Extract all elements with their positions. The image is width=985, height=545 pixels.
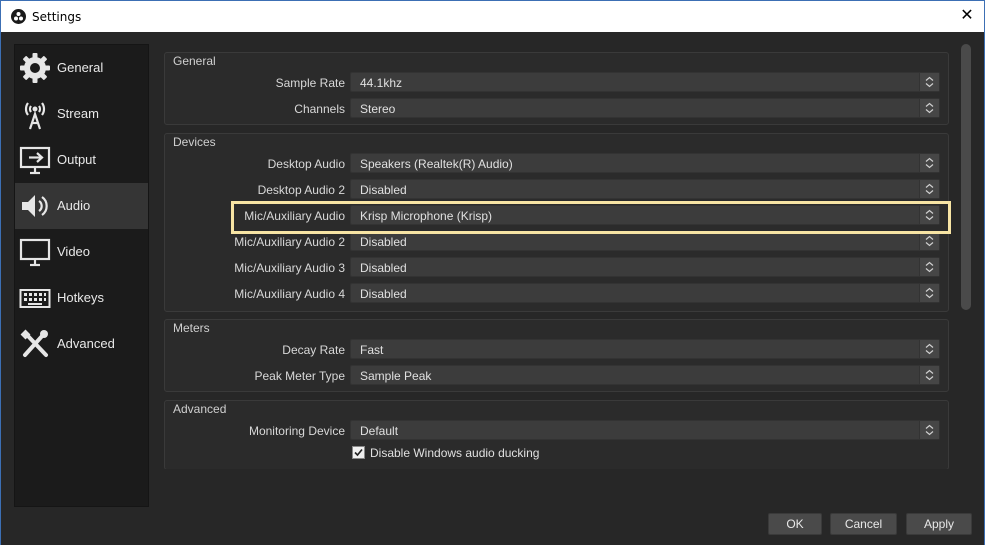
sidebar-item-advanced[interactable]: Advanced — [15, 321, 148, 367]
settings-sidebar: General Stream Output Audio Video Hotkey… — [14, 44, 149, 507]
field-label: Monitoring Device — [248, 424, 345, 438]
settings-row: Desktop Audio 2 Disabled — [165, 179, 950, 199]
select-value: Disabled — [360, 183, 407, 197]
field-label: Peak Meter Type — [254, 369, 346, 383]
settings-client-area: General Stream Output Audio Video Hotkey… — [1, 32, 984, 545]
keyboard-icon — [19, 282, 51, 314]
title-bar: Settings ✕ — [1, 1, 984, 32]
sidebar-item-label: Output — [57, 152, 97, 167]
cancel-button[interactable]: Cancel — [830, 513, 897, 535]
obs-logo-icon — [11, 9, 26, 24]
close-icon[interactable]: ✕ — [958, 7, 976, 25]
scrollbar-thumb[interactable] — [961, 44, 971, 310]
chevron-updown-icon — [919, 421, 939, 439]
sidebar-item-label: Hotkeys — [57, 290, 104, 305]
peak-meter-type-select[interactable]: Sample Peak — [350, 365, 940, 385]
select-value: Disabled — [360, 261, 407, 275]
chevron-updown-icon — [919, 340, 939, 358]
channels-select[interactable]: Stereo — [350, 98, 940, 118]
monitoring-device-select[interactable]: Default — [350, 420, 940, 440]
chevron-updown-icon — [919, 232, 939, 250]
select-value: Disabled — [360, 287, 407, 301]
sidebar-item-hotkeys[interactable]: Hotkeys — [15, 275, 148, 321]
field-label: Desktop Audio — [267, 157, 345, 171]
select-value: 44.1khz — [360, 76, 403, 90]
sidebar-item-label: General — [57, 60, 104, 75]
apply-button[interactable]: Apply — [906, 513, 972, 535]
disable-audio-ducking-checkbox[interactable]: Disable Windows audio ducking — [350, 445, 750, 463]
select-value: Stereo — [360, 102, 396, 116]
window-title: Settings — [32, 10, 82, 24]
settings-row: Mic/Auxiliary Audio 4 Disabled — [165, 283, 950, 303]
chevron-updown-icon — [919, 366, 939, 384]
group-title: Devices — [173, 135, 216, 149]
sidebar-item-stream[interactable]: Stream — [15, 91, 148, 137]
settings-window: Settings ✕ General Stream Output Audio V… — [0, 0, 985, 545]
field-label: Decay Rate — [282, 343, 345, 357]
group-title: Meters — [173, 321, 210, 335]
select-value: Default — [360, 424, 399, 438]
general-group: General Sample Rate 44.1khz Channels Ste… — [164, 52, 949, 125]
select-value: Speakers (Realtek(R) Audio) — [360, 157, 513, 171]
audio-settings-panel: General Sample Rate 44.1khz Channels Ste… — [163, 44, 953, 469]
speaker-icon — [19, 190, 51, 222]
antenna-icon — [19, 98, 51, 130]
field-label: Mic/Auxiliary Audio 3 — [234, 261, 345, 275]
select-value: Sample Peak — [360, 369, 432, 383]
gear-icon — [19, 52, 51, 84]
settings-row: Mic/Auxiliary Audio 3 Disabled — [165, 257, 950, 277]
tools-icon — [19, 328, 51, 360]
group-title: General — [173, 54, 216, 68]
chevron-updown-icon — [919, 154, 939, 172]
vertical-scrollbar[interactable] — [960, 44, 972, 514]
field-label: Sample Rate — [275, 76, 345, 90]
output-icon — [19, 144, 51, 176]
field-label: Mic/Auxiliary Audio 2 — [234, 235, 345, 249]
sidebar-item-output[interactable]: Output — [15, 137, 148, 183]
decay-rate-select[interactable]: Fast — [350, 339, 940, 359]
advanced-group: Advanced Monitoring Device Default Disab… — [164, 400, 949, 469]
sidebar-item-label: Stream — [57, 106, 99, 121]
settings-row: Decay Rate Fast — [165, 339, 950, 359]
settings-row: Monitoring Device Default — [165, 420, 950, 440]
monitor-icon — [19, 236, 51, 268]
ok-button[interactable]: OK — [768, 513, 822, 535]
chevron-updown-icon — [919, 73, 939, 91]
select-value: Disabled — [360, 235, 407, 249]
desktop-audio-select[interactable]: Speakers (Realtek(R) Audio) — [350, 153, 940, 173]
settings-row: Desktop Audio Speakers (Realtek(R) Audio… — [165, 153, 950, 173]
group-title: Advanced — [173, 402, 227, 416]
checkbox-label: Disable Windows audio ducking — [370, 446, 540, 460]
chevron-updown-icon — [919, 284, 939, 302]
settings-row: Sample Rate 44.1khz — [165, 72, 950, 92]
field-label: Mic/Auxiliary Audio 4 — [234, 287, 345, 301]
settings-row: Mic/Auxiliary Audio 2 Disabled — [165, 231, 950, 251]
sample-rate-select[interactable]: 44.1khz — [350, 72, 940, 92]
settings-row: Channels Stereo — [165, 98, 950, 118]
highlight-box — [231, 201, 951, 234]
select-value: Fast — [360, 343, 384, 357]
chevron-updown-icon — [919, 99, 939, 117]
sidebar-item-general[interactable]: General — [15, 45, 148, 91]
chevron-updown-icon — [919, 180, 939, 198]
sidebar-item-label: Video — [57, 244, 91, 259]
checkbox-checked-icon[interactable] — [352, 446, 365, 459]
mic-auxiliary-audio-4-select[interactable]: Disabled — [350, 283, 940, 303]
mic-auxiliary-audio-3-select[interactable]: Disabled — [350, 257, 940, 277]
field-label: Desktop Audio 2 — [257, 183, 345, 197]
settings-row: Peak Meter Type Sample Peak — [165, 365, 950, 385]
desktop-audio-2-select[interactable]: Disabled — [350, 179, 940, 199]
sidebar-item-video[interactable]: Video — [15, 229, 148, 275]
sidebar-item-label: Audio — [57, 198, 91, 213]
field-label: Channels — [294, 102, 345, 116]
sidebar-item-label: Advanced — [57, 336, 115, 351]
meters-group: Meters Decay Rate Fast Peak Meter Type S… — [164, 319, 949, 392]
mic-auxiliary-audio-2-select[interactable]: Disabled — [350, 231, 940, 251]
chevron-updown-icon — [919, 258, 939, 276]
sidebar-item-audio[interactable]: Audio — [15, 183, 148, 229]
